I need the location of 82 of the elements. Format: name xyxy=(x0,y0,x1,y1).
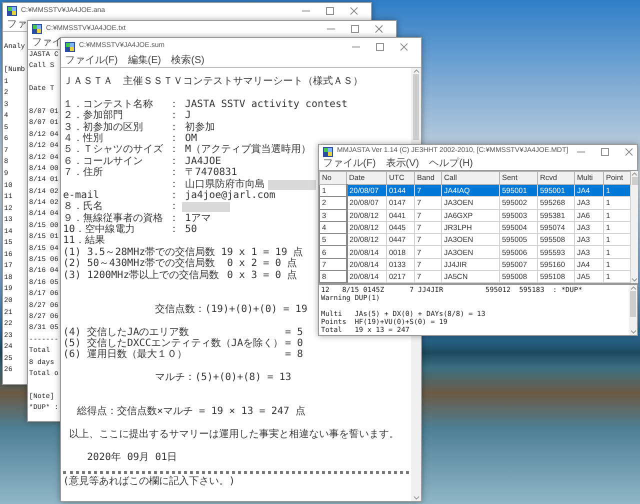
menu-item[interactable]: 検索(S) xyxy=(171,56,204,66)
field-label: ７．住所 xyxy=(63,167,104,179)
menu-item[interactable]: ファ xyxy=(7,20,27,30)
scrollbar[interactable] xyxy=(629,285,637,335)
field-label: １．コンテスト名称 xyxy=(63,98,154,110)
close-icon xyxy=(625,148,634,156)
field-label: ４．性別 xyxy=(63,132,104,144)
menu-item[interactable]: ファイル(F) xyxy=(323,159,376,169)
close-icon xyxy=(400,42,408,50)
count-label: (1) 3.5～28MHz帯での交信局数 xyxy=(63,246,216,258)
count-label: (2) 50～430MHz帯での交信局数 xyxy=(63,258,216,270)
maximize-icon xyxy=(601,148,610,156)
maximize-button[interactable] xyxy=(375,42,385,52)
field-label: ２．参加部門 xyxy=(63,110,124,122)
multiplier-value: = 0 xyxy=(285,338,304,350)
scroll-up-icon xyxy=(631,171,638,177)
close-button[interactable] xyxy=(624,146,634,156)
field-label: 10．空中線電力 xyxy=(63,224,136,236)
scrollbar-thumb[interactable] xyxy=(632,177,638,185)
scrollbar-thumb[interactable] xyxy=(413,74,419,140)
menu-item[interactable]: 表示(V) xyxy=(386,159,420,169)
field-value: ： 山口県防府市向島 xyxy=(169,178,266,190)
maximize-icon xyxy=(376,42,384,50)
scrollbar-thumb[interactable] xyxy=(630,291,636,318)
maximize-button[interactable] xyxy=(600,146,610,156)
scroll-down-icon xyxy=(412,495,420,501)
menu-item[interactable]: ヘルプ(H) xyxy=(429,159,474,169)
scrollbar[interactable] xyxy=(631,171,638,284)
field-value: ： JASTA SSTV activity contest xyxy=(169,98,348,110)
field-label: ３．初参加の区別 xyxy=(63,122,144,133)
maximize-icon xyxy=(351,25,359,33)
field-value: ： xyxy=(169,201,179,213)
multiplier-value: = 8 xyxy=(285,349,304,361)
count-formula: 0 x 2 = 0 点 xyxy=(226,258,298,270)
count-label: (3) 1200MHz帯以上での交信局数 xyxy=(63,270,220,282)
multiplier-label: (5) 交信したDXCCエンティティ数（JAを除く） xyxy=(63,338,284,349)
scroll-down-icon xyxy=(630,329,636,335)
close-icon xyxy=(350,7,358,15)
declaration-text: 以上、ここに提出するサマリーは運用した事実と相違ない事を誓います。 xyxy=(69,429,399,441)
maximize-icon xyxy=(326,7,334,15)
field-value: ： M（アクティブ賞当選時用） xyxy=(169,144,312,156)
field-label: ６．コールサイン xyxy=(63,156,144,167)
multiplier-label: (4) 交信したJAのエリア数 xyxy=(63,326,190,338)
field-label: ９．無線従事者の資格 xyxy=(63,212,164,224)
total-score: 総得点：交信点数×マルチ = 19 × 13 = 247 点 xyxy=(77,406,306,418)
close-button[interactable] xyxy=(349,6,359,16)
count-formula: 19 x 1 = 19 点 xyxy=(221,246,304,258)
field-value: ： 1アマ xyxy=(169,212,212,224)
close-button[interactable] xyxy=(399,42,409,52)
maximize-button[interactable] xyxy=(325,6,335,16)
date-text: 2020年 09月 01日 xyxy=(87,452,178,464)
close-button[interactable] xyxy=(374,24,384,34)
menu-item[interactable]: ファイ xyxy=(32,38,62,48)
field-value: ： 〒7470831 xyxy=(169,167,238,178)
field-value: ： JA4JOE xyxy=(169,156,222,168)
field-value: ： J xyxy=(169,110,192,122)
note-text: (意見等あればこの欄に記入下さい。) xyxy=(63,476,236,488)
field-value: ： OM xyxy=(169,132,198,144)
field-label: e-mail xyxy=(63,190,100,201)
close-icon xyxy=(375,25,383,33)
app-icon xyxy=(7,6,17,16)
scroll-up-icon xyxy=(630,285,636,292)
field-label: 11．結果 xyxy=(63,235,106,247)
app-icon xyxy=(323,146,333,156)
menu-item[interactable]: ファイル(F) xyxy=(65,56,118,66)
multiplier-label: (6) 運用日数（最大１０） xyxy=(63,349,188,361)
field-value: ： ja4joe@jarl.com xyxy=(169,190,276,202)
field-label: ５．Ｔシャツのサイズ xyxy=(63,144,164,156)
multiplier-formula: マルチ：(5)+(0)+(8) = 13 xyxy=(155,372,292,384)
app-icon xyxy=(32,24,42,34)
menu-item[interactable]: 編集(E) xyxy=(128,56,162,66)
field-value: ： 50 xyxy=(169,224,198,236)
sheet-title: ＪＡＳＴＡ 主催ＳＳＴＶコンテストサマリーシート（様式ＡＳ） xyxy=(63,76,363,88)
scroll-up-icon xyxy=(412,68,420,74)
app-icon xyxy=(65,42,75,52)
scroll-down-icon xyxy=(631,277,638,284)
count-formula: 0 x 3 = 0 点 xyxy=(226,270,298,282)
multiplier-value: = 5 xyxy=(285,326,304,338)
points-formula: 交信点数：(19)+(0)+(0) = 19 xyxy=(155,304,308,316)
field-value: ： 初参加 xyxy=(169,122,216,133)
maximize-button[interactable] xyxy=(350,24,360,34)
field-label: ８．氏名 xyxy=(63,201,104,213)
